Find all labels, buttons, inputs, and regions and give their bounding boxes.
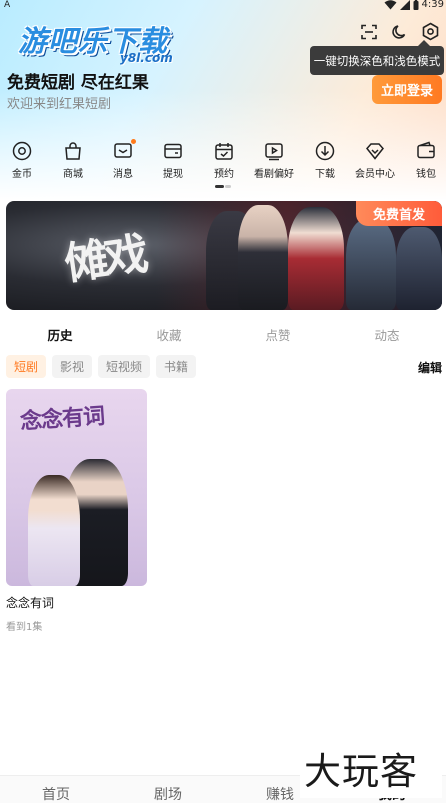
unread-dot	[131, 139, 136, 144]
theme-toggle-tooltip: 一键切换深色和浅色模式	[310, 40, 444, 75]
quick-menu-label: 提现	[163, 169, 183, 180]
tab-history[interactable]: 历史	[30, 325, 90, 344]
wallet-icon	[415, 140, 437, 162]
nav-theater[interactable]: 剧场	[138, 784, 198, 803]
quick-menu-label: 预约	[214, 169, 234, 180]
banner-figure	[396, 227, 442, 310]
wifi-icon	[384, 0, 397, 9]
signal-icon	[399, 0, 410, 10]
shopping-bag-icon	[62, 140, 84, 162]
download-icon	[314, 140, 336, 162]
calendar-icon	[213, 140, 235, 162]
quick-menu-vip[interactable]: 会员中心	[350, 140, 400, 180]
welcome-title: 免费短剧 尽在红果	[7, 73, 149, 93]
site-logo: 游吧乐下载 y8l.com	[18, 18, 188, 66]
edit-button[interactable]: 编辑	[418, 359, 442, 376]
quick-menu-messages[interactable]: 消息	[98, 139, 148, 180]
nav-home[interactable]: 首页	[26, 784, 86, 803]
coin-icon	[11, 140, 33, 162]
quick-menu-label: 金币	[12, 169, 32, 180]
quick-menu-label: 下载	[315, 169, 335, 180]
poster-figure-woman	[28, 475, 80, 586]
status-bar: A 4:39	[0, 0, 446, 12]
quick-menu-wallet[interactable]: 钱包	[401, 140, 446, 180]
quick-menu-mall[interactable]: 商城	[48, 140, 98, 180]
chip-short-drama[interactable]: 短剧	[6, 355, 47, 378]
watermark-logo: 大玩客	[300, 746, 442, 798]
quick-menu-coin[interactable]: 金币	[0, 140, 47, 180]
chip-short-video[interactable]: 短视频	[98, 355, 151, 378]
video-icon	[263, 140, 285, 162]
quick-menu-label: 商城	[63, 169, 83, 180]
tab-favorites[interactable]: 收藏	[139, 325, 199, 344]
tab-likes[interactable]: 点赞	[248, 325, 308, 344]
quick-menu-preference[interactable]: 看剧偏好	[249, 140, 299, 180]
message-icon	[112, 139, 136, 162]
chip-film-tv[interactable]: 影视	[52, 355, 93, 378]
promo-banner[interactable]: 傩戏 免费首发	[6, 201, 442, 310]
quick-menu-withdraw[interactable]: 提现	[148, 140, 198, 180]
banner-title: 傩戏	[61, 228, 148, 291]
quick-menu-page-indicator	[215, 185, 231, 188]
drama-poster: 念念有词	[6, 389, 147, 586]
quick-menu-label: 消息	[113, 169, 133, 180]
banner-figure	[288, 207, 344, 310]
content-type-chips: 短剧 影视 短视频 书籍	[6, 355, 197, 378]
status-indicators: 4:39	[384, 0, 444, 10]
poster-title-art: 念念有词	[19, 403, 105, 435]
quick-menu-download[interactable]: 下载	[300, 140, 350, 180]
withdraw-icon	[162, 140, 184, 162]
tab-activity[interactable]: 动态	[357, 325, 417, 344]
quick-menu-label: 钱包	[416, 169, 436, 180]
login-button[interactable]: 立即登录	[372, 75, 442, 104]
quick-menu-reservation[interactable]: 预约	[199, 140, 249, 180]
drama-title: 念念有词	[6, 596, 55, 610]
watch-progress: 看到1集	[6, 622, 43, 633]
page-indicator-active	[215, 185, 224, 188]
quick-menu: 金币 商城 消息 提现 预约 看剧偏好 下载 会员中心 钱包	[0, 139, 446, 180]
banner-figure	[346, 219, 396, 310]
status-time: 4:39	[421, 0, 444, 10]
banner-figure	[238, 205, 288, 310]
page-indicator-inactive	[225, 185, 231, 188]
status-notification-glyph: A	[4, 0, 11, 10]
scan-icon[interactable]	[357, 20, 380, 43]
quick-menu-label: 会员中心	[355, 169, 395, 180]
welcome-subtitle: 欢迎来到红果短剧	[7, 97, 112, 112]
history-card[interactable]: 念念有词 念念有词 看到1集	[6, 389, 147, 633]
battery-icon	[413, 0, 419, 10]
chip-books[interactable]: 书籍	[156, 355, 197, 378]
quick-menu-label: 看剧偏好	[254, 169, 294, 180]
moon-icon[interactable]	[388, 20, 411, 43]
diamond-icon	[364, 140, 386, 162]
logo-domain-text: y8l.com	[120, 51, 173, 65]
banner-badge: 免费首发	[356, 201, 442, 226]
history-tabs: 历史 收藏 点赞 动态	[0, 325, 446, 343]
